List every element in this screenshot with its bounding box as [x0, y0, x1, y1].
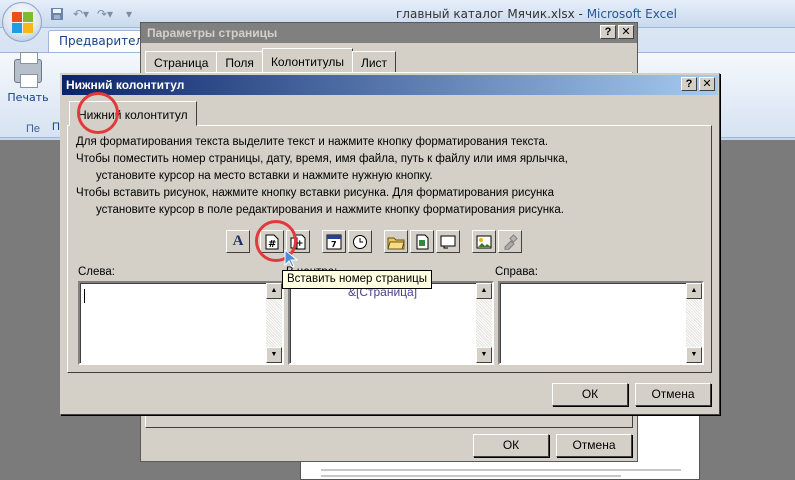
scroll-down-icon[interactable]: ▼	[686, 347, 702, 363]
quick-access-toolbar: ↶▾ ↷▾ ▾	[48, 5, 138, 23]
page-setup-help-button[interactable]: ?	[600, 25, 616, 39]
save-icon[interactable]	[48, 6, 66, 22]
instruction-line: Для форматирования текста выделите текст…	[76, 136, 549, 148]
svg-text:+: +	[296, 239, 304, 249]
page-setup-close-button[interactable]: ✕	[618, 25, 634, 39]
footer-dialog-titlebar: Нижний колонтитул ? ✕	[62, 75, 718, 95]
insert-time-button[interactable]	[348, 230, 372, 253]
app-name: Microsoft Excel	[586, 7, 677, 21]
page-setup-ok-button[interactable]: ОК	[473, 434, 549, 457]
footer-cancel-button[interactable]: Отмена	[635, 383, 711, 406]
scroll-up-icon[interactable]: ▲	[686, 283, 702, 299]
format-text-icon: A	[232, 233, 244, 249]
annotation-circle-tab	[77, 92, 119, 134]
file-name: главный каталог Мячик.xlsx	[396, 7, 575, 21]
instruction-line: установите курсор на место вставки и наж…	[96, 170, 433, 182]
instruction-line: Чтобы поместить номер страницы, дату, вр…	[76, 153, 568, 165]
insert-file-path-button[interactable]	[384, 230, 408, 253]
scroll-up-icon[interactable]: ▲	[266, 283, 282, 299]
window-title: главный каталог Мячик.xlsx - Microsoft E…	[396, 7, 677, 21]
right-section-field[interactable]: ▲ ▼	[498, 281, 704, 365]
footer-panel: Для форматирования текста выделите текст…	[67, 125, 712, 373]
text-cursor	[84, 289, 85, 303]
instruction-line: Чтобы вставить рисунок, нажмите кнопку в…	[76, 187, 554, 199]
print-button[interactable]: Печать	[6, 52, 50, 113]
format-text-button[interactable]: A	[226, 230, 250, 253]
tooltip: Вставить номер страницы	[282, 270, 433, 289]
print-label: Печать	[7, 91, 49, 104]
scroll-down-icon[interactable]: ▼	[476, 347, 492, 363]
instructions: Для форматирования текста выделите текст…	[76, 134, 696, 219]
insert-picture-button[interactable]	[472, 230, 496, 253]
insert-file-name-icon	[416, 234, 429, 249]
customize-icon[interactable]: ▾	[120, 6, 138, 22]
left-section-field[interactable]: ▲ ▼	[78, 281, 284, 365]
format-picture-icon	[504, 233, 518, 250]
mouse-pointer-icon	[284, 249, 298, 268]
preview-line	[321, 475, 621, 477]
footer-ok-button[interactable]: ОК	[552, 383, 628, 406]
redo-icon[interactable]: ↷▾	[96, 6, 114, 22]
printer-icon	[14, 52, 42, 88]
page-setup-cancel-button[interactable]: Отмена	[556, 434, 632, 457]
tab-header-footer[interactable]: Колонтитулы	[261, 48, 353, 73]
footer-close-button[interactable]: ✕	[699, 77, 715, 91]
insert-date-button[interactable]: 7	[322, 230, 346, 253]
insert-date-icon: 7	[326, 234, 342, 249]
scroll-up-icon[interactable]: ▲	[476, 283, 492, 299]
insert-sheet-name-button[interactable]	[436, 230, 460, 253]
preview-line	[321, 469, 681, 471]
page-setup-title: Параметры страницы	[147, 26, 278, 40]
insert-file-name-button[interactable]	[410, 230, 434, 253]
format-picture-button[interactable]	[498, 230, 522, 253]
footer-help-button[interactable]: ?	[681, 77, 697, 91]
tab-sheet[interactable]: Лист	[351, 51, 397, 73]
svg-text:7: 7	[331, 240, 337, 249]
insert-time-icon	[353, 234, 367, 249]
page-setup-tabs: Страница Поля Колонтитулы Лист	[145, 48, 397, 73]
ribbon-group-label: Пе	[25, 123, 41, 135]
tab-margins[interactable]: Поля	[216, 51, 263, 73]
insert-sheet-name-icon	[440, 235, 456, 248]
insert-picture-icon	[476, 235, 492, 248]
footer-dialog-title: Нижний колонтитул	[66, 78, 185, 92]
scroll-down-icon[interactable]: ▼	[266, 347, 282, 363]
insert-file-path-icon	[387, 237, 405, 249]
page-setup-titlebar: Параметры страницы ? ✕	[141, 23, 637, 43]
office-logo-icon	[12, 12, 33, 33]
center-section-field[interactable]: &[Страница] ▲ ▼	[288, 281, 494, 365]
undo-icon[interactable]: ↶▾	[72, 6, 90, 22]
right-section-label: Справа:	[495, 266, 538, 278]
office-button[interactable]	[2, 2, 42, 42]
title-separator: -	[574, 7, 587, 21]
instruction-line: установите курсор в поле редактирования …	[96, 204, 564, 216]
footer-dialog: Нижний колонтитул ? ✕ Нижний колонтитул …	[60, 73, 720, 415]
left-section-label: Слева:	[78, 266, 115, 278]
tab-page[interactable]: Страница	[145, 51, 218, 73]
